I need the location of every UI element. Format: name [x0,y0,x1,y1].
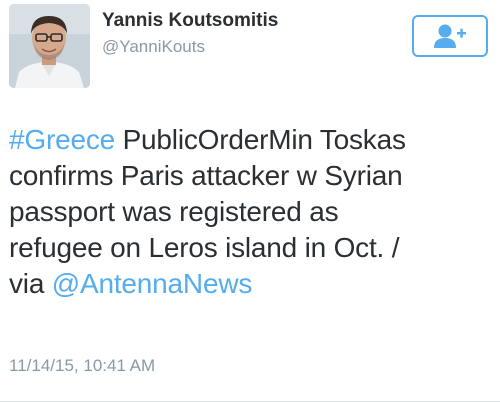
author-handle[interactable]: @YanniKouts [102,37,205,57]
tweet-text: #Greece PublicOrderMin Toskas confirms P… [9,122,489,302]
tweet-card: Yannis Koutsomitis @YanniKouts #Greece P… [0,0,500,402]
via-text: via [9,268,52,299]
tweet-timestamp[interactable]: 11/14/15, 10:41 AM [9,356,155,376]
tweet-line-4: refugee on Leros island in Oct. / [9,232,400,263]
follow-button[interactable] [412,15,488,57]
avatar-photo [9,4,90,88]
add-user-icon [434,24,466,48]
tweet-line-5: via @AntennaNews [9,266,489,302]
tweet-line-3: passport was registered as [9,196,339,227]
avatar[interactable] [9,4,90,88]
tweet-line-1: #Greece PublicOrderMin Toskas [9,122,489,158]
mention-link[interactable]: @AntennaNews [52,268,253,299]
author-display-name[interactable]: Yannis Koutsomitis [102,10,278,32]
tweet-line-2: confirms Paris attacker w Syrian [9,160,403,191]
hashtag-link[interactable]: #Greece [9,124,115,155]
tweet-line-1-text: PublicOrderMin Toskas [115,124,406,155]
